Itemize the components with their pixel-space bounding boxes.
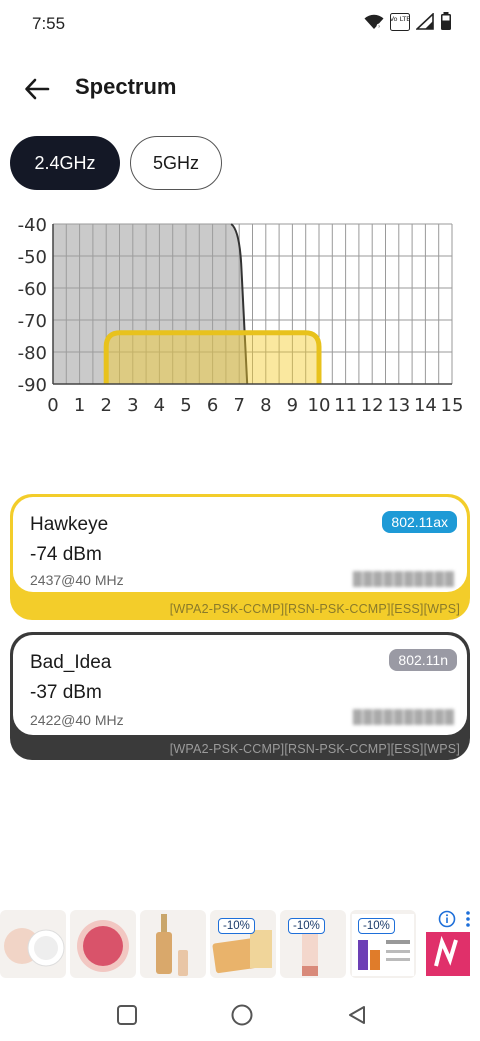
network-card-hawkeye[interactable]: Hawkeye -74 dBm 2437@40 MHz 802.11ax ███… [10,494,470,620]
tab-2-4ghz[interactable]: 2.4GHz [10,136,120,190]
ad-product-tile[interactable]: -10% [280,910,346,978]
status-bar: 7:55 ? Vo LTE [0,0,480,48]
discount-badge: -10% [218,918,255,934]
foundation-bottle-image [156,914,188,976]
more-vertical-icon[interactable] [464,910,472,933]
network-frequency: 2437@40 MHz [30,572,124,588]
back-button[interactable] [22,74,52,104]
network-card-bad-idea[interactable]: Bad_Idea -37 dBm 2422@40 MHz 802.11n ███… [10,632,470,760]
tab-5ghz[interactable]: 5GHz [130,136,222,190]
app-bar: Spectrum [0,62,480,114]
volte-icon: Vo LTE [390,12,410,36]
discount-badge: -10% [358,918,395,934]
network-card-body: Hawkeye -74 dBm 2437@40 MHz 802.11ax ███… [13,497,467,592]
network-bssid-obscured: ██████████ [352,571,455,586]
ad-product-tile[interactable]: -10% [210,910,276,978]
x-tick-label: 12 [361,395,384,416]
x-tick-label: 4 [154,395,165,416]
series-area-hawkeye [106,332,319,384]
recents-square-icon[interactable] [114,1002,140,1028]
x-tick-label: 11 [334,395,357,416]
network-rssi: -37 dBm [30,682,102,703]
network-rssi: -74 dBm [30,544,102,565]
x-tick-label: 0 [47,395,58,416]
x-tick-label: 9 [287,395,298,416]
x-tick-label: 10 [308,395,331,416]
network-frequency: 2422@40 MHz [30,712,124,728]
page-title: Spectrum [75,74,177,99]
y-tick-label: -70 [18,311,47,332]
system-nav-bar [0,990,480,1041]
ad-product-tile[interactable] [140,910,206,978]
x-tick-label: 13 [387,395,410,416]
ad-product-tile[interactable] [70,910,136,978]
ad-banner[interactable]: -10% -10% -10% [0,906,480,982]
spectrum-chart: 0 1 2 3 4 5 6 7 8 9 10 11 12 13 14 15-40-50-60-70-80-90 [18,215,464,416]
volte-text: Vo LTE [390,15,410,23]
wifi-standard-badge: 802.11ax [382,511,457,533]
network-card-body: Bad_Idea -37 dBm 2422@40 MHz 802.11n ███… [13,635,467,735]
network-capabilities: [WPA2-PSK-CCMP][RSN-PSK-CCMP][ESS][WPS] [169,742,460,756]
x-tick-label: 1 [74,395,85,416]
x-tick-label: 2 [100,395,111,416]
home-circle-icon[interactable] [229,1002,255,1028]
ad-product-tile[interactable]: -10% [350,910,416,978]
network-bssid-obscured: ██████████ [352,709,455,724]
network-ssid: Bad_Idea [30,652,112,673]
wifi-icon: ? [364,14,384,35]
y-tick-label: -50 [18,247,47,268]
wifi-standard-badge: 802.11n [389,649,457,671]
x-tick-label: 15 [441,395,464,416]
signal-icon [414,12,434,35]
x-tick-label: 5 [180,395,191,416]
y-tick-label: -60 [18,279,47,300]
x-tick-label: 14 [414,395,437,416]
x-tick-label: 8 [260,395,271,416]
back-triangle-icon[interactable] [344,1002,370,1028]
x-tick-label: 6 [207,395,218,416]
network-ssid: Hawkeye [30,514,109,535]
y-tick-label: -40 [18,215,47,236]
network-capabilities: [WPA2-PSK-CCMP][RSN-PSK-CCMP][ESS][WPS] [169,602,460,616]
discount-badge: -10% [288,918,325,934]
x-tick-label: 7 [233,395,244,416]
battery-icon [440,12,452,36]
y-tick-label: -80 [18,343,47,364]
status-icons: ? Vo LTE [364,12,452,36]
status-time: 7:55 [32,14,66,33]
y-tick-label: -90 [18,375,47,396]
powder-compact-image [4,928,65,967]
info-icon[interactable] [438,910,456,933]
blush-image [77,920,129,972]
x-tick-label: 3 [127,395,138,416]
ad-product-tile[interactable] [0,910,66,978]
arrow-left-icon [25,78,50,100]
